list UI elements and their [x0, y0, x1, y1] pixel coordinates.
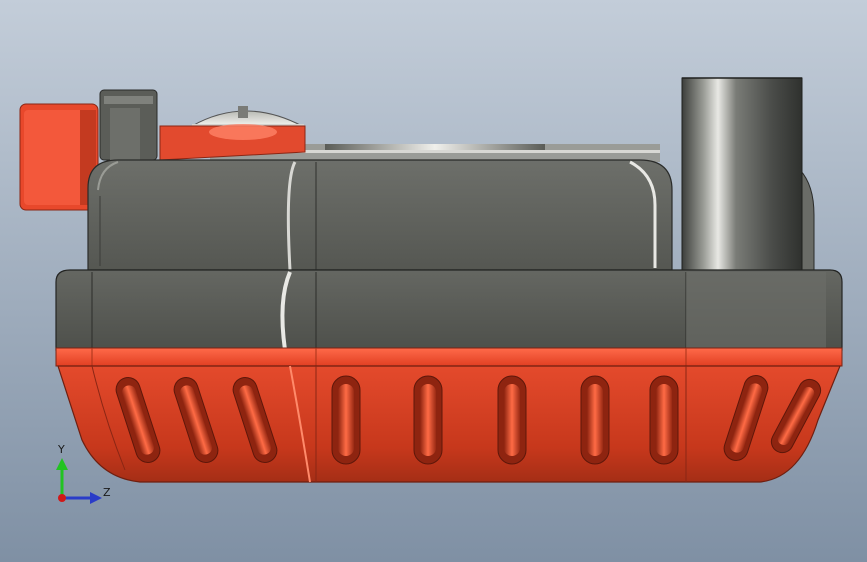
lower-body — [55, 269, 843, 351]
vent-slot — [580, 375, 610, 465]
graphics-viewport[interactable]: Y Z — [0, 0, 867, 562]
upper-body — [87, 159, 673, 271]
vent-slot — [649, 375, 679, 465]
model-canvas[interactable] — [0, 0, 867, 562]
vertical-cylinder — [681, 77, 803, 273]
left-red-block — [19, 103, 99, 211]
left-connector — [99, 89, 158, 161]
vent-slot — [497, 375, 527, 465]
x-axis-dot — [58, 494, 66, 502]
red-band — [55, 347, 843, 367]
vent-slot — [413, 375, 443, 465]
vent-slot — [331, 375, 361, 465]
z-axis-label: Z — [103, 486, 111, 499]
slots-left — [115, 377, 278, 463]
y-axis-label: Y — [58, 443, 65, 456]
